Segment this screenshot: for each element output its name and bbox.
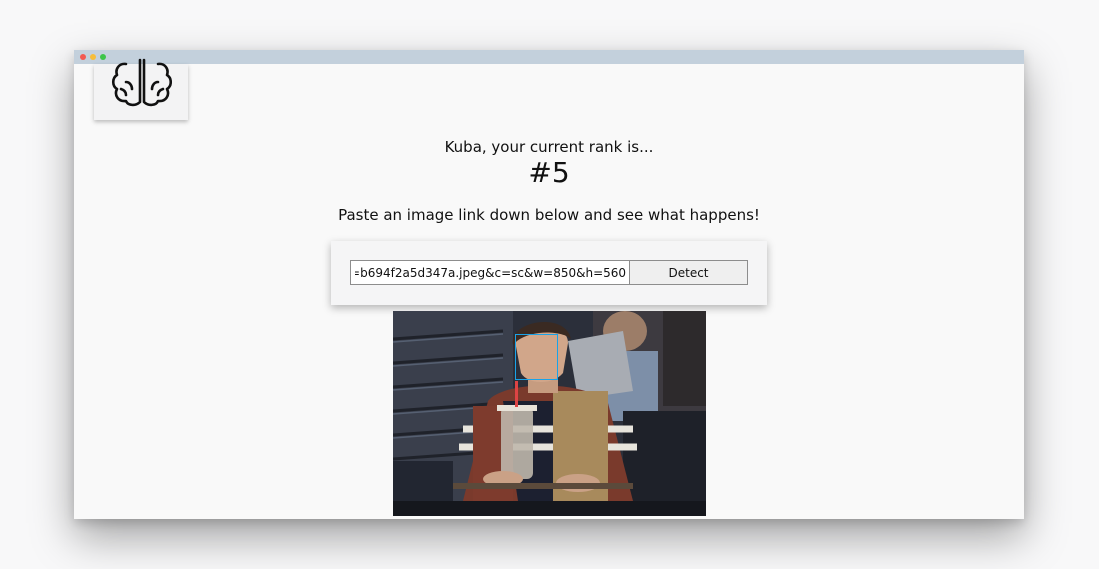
- window-title-bar: [74, 50, 1024, 64]
- maximize-window-button[interactable]: [100, 54, 106, 60]
- rank-intro-text: Kuba, your current rank is...: [444, 138, 654, 156]
- close-window-button[interactable]: [80, 54, 86, 60]
- image-link-form: Detect: [331, 241, 767, 305]
- result-image: [393, 311, 706, 516]
- rank-value: #5: [528, 156, 570, 189]
- minimize-window-button[interactable]: [90, 54, 96, 60]
- brain-icon: [111, 58, 172, 107]
- instructions-text: Paste an image link down below and see w…: [338, 206, 760, 224]
- browser-window: Kuba, your current rank is... #5 Paste a…: [74, 50, 1024, 519]
- face-bounding-box: [515, 334, 558, 380]
- image-url-input[interactable]: [350, 260, 630, 285]
- logo-card[interactable]: [94, 58, 188, 120]
- detect-button[interactable]: Detect: [629, 260, 748, 285]
